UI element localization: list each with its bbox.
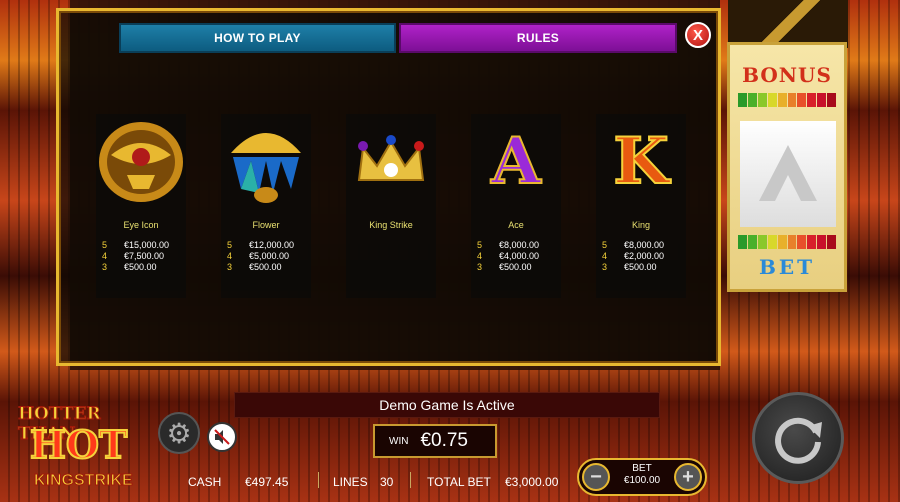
ainsworth-logo-icon xyxy=(759,145,817,201)
bet-side-label: BET xyxy=(758,255,816,279)
paytable-panel: HOW TO PLAY RULES X Eye Icon 5 €15,000.00… xyxy=(56,8,721,366)
symbol-payouts: 5 €12,000.00 4 €5,000.00 3 €500.00 xyxy=(227,240,295,272)
lotus-flower-icon xyxy=(231,132,301,203)
paytable-card-eye: Eye Icon 5 €15,000.00 4 €7,500.00 3 €500.00 xyxy=(96,114,186,298)
pyramid-decoration xyxy=(728,0,848,48)
gear-icon: ⚙ xyxy=(166,417,192,449)
demo-banner: Demo Game Is Active xyxy=(234,392,660,418)
bonus-screen xyxy=(740,121,836,227)
cash-label: CASH xyxy=(188,475,222,489)
symbol-payouts: 5 €15,000.00 4 €7,500.00 3 €500.00 xyxy=(102,240,170,272)
tab-rules[interactable]: RULES xyxy=(399,23,677,53)
bet-label: BET xyxy=(632,463,652,474)
divider xyxy=(318,472,319,488)
close-button[interactable]: X xyxy=(685,22,711,48)
symbol-name: Eye Icon xyxy=(123,220,159,230)
bet-decrease-button[interactable]: − xyxy=(582,463,610,491)
symbol-name: Flower xyxy=(252,220,280,230)
symbol-name: King xyxy=(631,220,650,230)
paytable-card-flower: Flower 5 €12,000.00 4 €5,000.00 3 €500.00 xyxy=(221,114,311,298)
divider xyxy=(410,472,411,488)
paytable-card-ace: A Ace 5 €8,000.00 4 €4,000.00 3 €500.00 xyxy=(471,114,561,298)
bonus-bet-panel: BONUS BET xyxy=(727,42,847,292)
sound-toggle-button[interactable] xyxy=(207,422,237,452)
lines-label: LINES xyxy=(333,475,368,489)
bet-increase-button[interactable]: + xyxy=(674,463,702,491)
bet-meter xyxy=(738,235,837,249)
minus-icon: − xyxy=(590,465,602,488)
cash-value: €497.45 xyxy=(245,475,289,489)
win-value: €0.75 xyxy=(420,430,468,451)
spin-button[interactable] xyxy=(752,392,844,484)
game-logo: HOTTER THAN HOT KINGSTRIKE xyxy=(18,404,134,490)
symbol-payouts: 5 €8,000.00 4 €2,000.00 3 €500.00 xyxy=(602,240,665,272)
symbol-name: Ace xyxy=(508,220,524,230)
paytable-card-king: K King 5 €8,000.00 4 €2,000.00 3 €500.00 xyxy=(596,114,686,298)
symbol-name: King Strike xyxy=(369,220,413,230)
bet-display: BET €100.00 xyxy=(615,463,669,487)
plus-icon: + xyxy=(682,465,694,488)
ace-card-icon: A xyxy=(490,123,542,200)
lines-value: 30 xyxy=(380,475,394,489)
eye-of-horus-icon xyxy=(99,121,183,202)
bonus-label: BONUS xyxy=(742,63,832,87)
crown-icon xyxy=(357,134,425,181)
total-bet-value: €3,000.00 xyxy=(505,475,559,489)
bet-value: €100.00 xyxy=(623,475,661,486)
win-display: WIN €0.75 xyxy=(373,424,497,458)
settings-button[interactable]: ⚙ xyxy=(158,412,200,454)
win-label: WIN xyxy=(389,435,409,447)
king-card-icon: K xyxy=(612,123,670,200)
spin-arrows-icon xyxy=(775,417,822,464)
tab-how-to-play[interactable]: HOW TO PLAY xyxy=(119,23,396,53)
paytable-card-king-strike: King Strike xyxy=(346,114,436,298)
speaker-muted-icon xyxy=(214,429,230,445)
bonus-meter xyxy=(738,93,837,107)
bet-control: − BET €100.00 + xyxy=(577,458,707,496)
total-bet-label: TOTAL BET xyxy=(427,475,491,489)
symbol-payouts: 5 €8,000.00 4 €4,000.00 3 €500.00 xyxy=(477,240,540,272)
